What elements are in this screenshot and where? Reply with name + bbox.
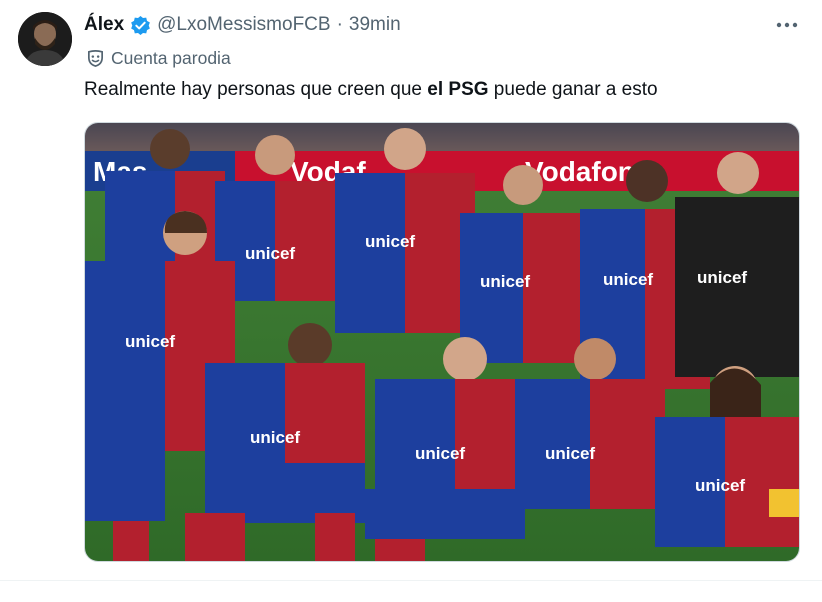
tweet-media-photo[interactable]: Mas Vodaf Vodafone S unicef unicef xyxy=(84,122,800,562)
sponsor-text: unicef xyxy=(245,244,295,263)
parody-label: Cuenta parodia xyxy=(111,47,231,68)
parody-label-row: Cuenta parodia xyxy=(86,46,231,70)
verified-badge-icon xyxy=(130,15,151,36)
more-horizontal-icon xyxy=(776,22,798,28)
sponsor-text: unicef xyxy=(695,476,745,495)
timestamp[interactable]: 39min xyxy=(349,14,401,36)
sponsor-text: unicef xyxy=(545,444,595,463)
tweet-text-start: Realmente hay personas que creen que xyxy=(84,79,428,100)
display-name[interactable]: Álex xyxy=(84,14,124,36)
sponsor-text: unicef xyxy=(603,270,653,289)
parody-mask-icon xyxy=(87,49,104,67)
tweet-text: Realmente hay personas que creen que el … xyxy=(84,79,658,101)
tweet[interactable]: Álex @LxoMessismoFCB · 39min Cuenta paro… xyxy=(0,0,822,602)
sponsor-text: unicef xyxy=(125,332,175,351)
team-photo: Mas Vodaf Vodafone S unicef unicef xyxy=(85,123,799,561)
sponsor-text: unicef xyxy=(697,268,747,287)
tweet-divider xyxy=(0,580,822,581)
sponsor-text: unicef xyxy=(415,444,465,463)
header-separator: · xyxy=(336,14,343,35)
tweet-text-bold: el PSG xyxy=(427,79,489,100)
sponsor-text: unicef xyxy=(480,272,530,291)
sponsor-text: unicef xyxy=(250,428,300,447)
tweet-header: Álex @LxoMessismoFCB · 39min xyxy=(84,12,401,38)
sponsor-text: unicef xyxy=(365,232,415,251)
more-options-button[interactable] xyxy=(772,12,802,38)
user-handle[interactable]: @LxoMessismoFCB xyxy=(157,14,330,36)
avatar-image xyxy=(18,12,72,66)
tweet-text-end: puede ganar a esto xyxy=(488,79,658,100)
avatar[interactable] xyxy=(18,12,72,66)
